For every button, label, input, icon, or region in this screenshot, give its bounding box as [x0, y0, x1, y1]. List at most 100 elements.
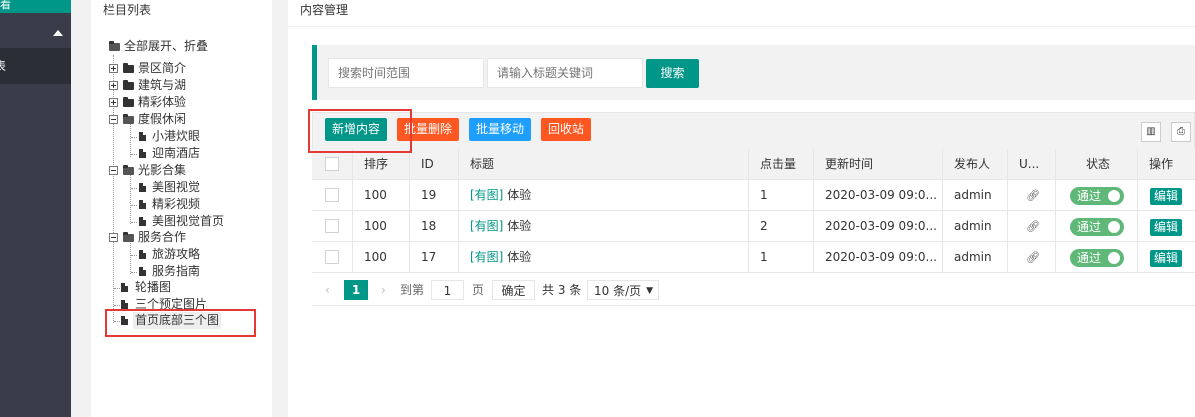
- print-icon[interactable]: ⎙: [1171, 122, 1191, 142]
- link-icon[interactable]: 🔗︎: [1026, 220, 1040, 233]
- select-all-checkbox[interactable]: [325, 157, 339, 171]
- id-cell: 19: [409, 180, 458, 211]
- per-page-value: 10 条/页: [594, 284, 642, 298]
- title-text[interactable]: 体验: [507, 219, 531, 233]
- status-cell: 通过: [1055, 180, 1137, 211]
- keyword-input[interactable]: 请输入标题关键词: [487, 58, 643, 88]
- title-text[interactable]: 体验: [507, 188, 531, 202]
- row-checkbox[interactable]: [325, 250, 339, 264]
- content-panel: 内容管理 搜索时间范围 请输入标题关键词 搜索 新增内容 批量删除 批量移动 回…: [288, 0, 1195, 417]
- column-header[interactable]: 标题: [458, 149, 748, 180]
- tree-node-label: 美图视觉首页: [152, 214, 225, 228]
- tree-guide-line: [130, 123, 131, 157]
- collapse-icon[interactable]: [109, 166, 118, 175]
- confirm-page-button[interactable]: 确定: [492, 280, 535, 300]
- row-checkbox-cell: [312, 180, 352, 211]
- link-icon[interactable]: 🔗︎: [1026, 251, 1040, 264]
- expand-icon[interactable]: [109, 64, 118, 73]
- image-tag: [有图]: [470, 250, 504, 264]
- edit-button[interactable]: 编辑: [1150, 188, 1183, 205]
- row-checkbox[interactable]: [325, 219, 339, 233]
- tree-node-label: 精彩视频: [152, 197, 201, 211]
- prev-page-icon[interactable]: ‹: [325, 280, 330, 300]
- file-icon: [139, 183, 146, 192]
- column-header[interactable]: 排序: [352, 149, 409, 180]
- table-toolbar: 新增内容 批量删除 批量移动 回收站 ▥ ⎙: [312, 112, 1195, 150]
- tree-connector: [114, 288, 120, 289]
- clicks-cell: 2: [748, 211, 813, 242]
- per-page-select[interactable]: 10 条/页 ▼: [587, 280, 659, 300]
- tree-node-label: 小港炊眼: [152, 129, 201, 143]
- expand-icon[interactable]: [109, 81, 118, 90]
- nav-group-toggle[interactable]: [0, 18, 71, 48]
- total-count: 共 3 条: [542, 283, 582, 297]
- column-header[interactable]: 更新时间: [813, 149, 942, 180]
- column-header[interactable]: 点击量: [748, 149, 813, 180]
- action-cell: 编辑: [1137, 211, 1195, 242]
- tree-connector: [131, 188, 137, 189]
- next-page-icon[interactable]: ›: [381, 280, 386, 300]
- time-range-input[interactable]: 搜索时间范围: [328, 58, 484, 88]
- category-tree-panel: 栏目列表 全部展开、折叠 景区简介 建筑与湖 精彩体验 度假休闲 小港炊眼 迎南…: [91, 0, 272, 417]
- file-icon: [121, 283, 128, 292]
- columns-filter-icon[interactable]: ▥: [1141, 122, 1161, 142]
- nav-active-item[interactable]: 看: [0, 0, 71, 13]
- batch-move-button[interactable]: 批量移动: [469, 118, 532, 141]
- recycle-bin-button[interactable]: 回收站: [541, 118, 592, 141]
- table-row: 100 18 [有图] 体验 2 2020-03-09 09:0... admi…: [312, 211, 1195, 242]
- column-header[interactable]: 发布人: [942, 149, 1007, 180]
- page-title: 内容管理: [300, 3, 349, 17]
- column-header[interactable]: U...: [1007, 149, 1055, 180]
- sort-cell: 100: [352, 180, 409, 211]
- status-switch[interactable]: 通过: [1070, 187, 1124, 205]
- nav-sub-label: 表: [0, 59, 7, 73]
- folder-icon: [123, 97, 134, 107]
- action-cell: 编辑: [1137, 180, 1195, 211]
- tree-node-label: 迎南酒店: [152, 146, 201, 160]
- folder-open-icon: [123, 114, 134, 124]
- tree-connector: [114, 305, 120, 306]
- tree-node-label: 旅游攻略: [152, 247, 201, 261]
- left-nav-sidebar: 看 表: [0, 0, 71, 417]
- column-header[interactable]: ID: [409, 149, 458, 180]
- status-switch[interactable]: 通过: [1070, 218, 1124, 236]
- current-page[interactable]: 1: [344, 280, 368, 300]
- collapse-icon[interactable]: [109, 233, 118, 242]
- tree-panel-title: 栏目列表: [103, 3, 152, 17]
- edit-button[interactable]: 编辑: [1150, 219, 1183, 236]
- title-cell: [有图] 体验: [458, 211, 748, 242]
- tree-node-label: 服务合作: [138, 230, 187, 244]
- column-header[interactable]: 状态: [1055, 149, 1137, 180]
- file-icon: [139, 267, 146, 276]
- search-button[interactable]: 搜索: [646, 59, 699, 88]
- tree-node-label: 度假休闲: [138, 112, 187, 126]
- tree-connector: [131, 137, 137, 138]
- expand-icon[interactable]: [109, 98, 118, 107]
- title-cell: [有图] 体验: [458, 242, 748, 273]
- tree-node-label: 光影合集: [138, 163, 187, 177]
- status-switch[interactable]: 通过: [1070, 249, 1124, 267]
- tree-guide-line: [130, 174, 131, 224]
- nav-sub-item[interactable]: 表: [0, 48, 71, 84]
- time-cell: 2020-03-09 09:0...: [813, 180, 942, 211]
- author-cell: admin: [942, 180, 1007, 211]
- row-checkbox[interactable]: [325, 188, 339, 202]
- tree-node-label: 精彩体验: [138, 95, 187, 109]
- tree-connector: [131, 154, 137, 155]
- file-icon: [139, 132, 146, 141]
- link-icon[interactable]: 🔗︎: [1026, 189, 1040, 202]
- status-cell: 通过: [1055, 242, 1137, 273]
- sort-cell: 100: [352, 211, 409, 242]
- page-number-input[interactable]: 1: [431, 280, 464, 300]
- tree-guide-line: [130, 241, 131, 274]
- clicks-cell: 1: [748, 180, 813, 211]
- sort-cell: 100: [352, 242, 409, 273]
- folder-open-icon: [109, 41, 120, 51]
- title-text[interactable]: 体验: [507, 250, 531, 264]
- edit-button[interactable]: 编辑: [1150, 250, 1183, 267]
- id-cell: 17: [409, 242, 458, 273]
- table-header-row: 排序 ID 标题 点击量 更新时间 发布人 U... 状态 操作: [312, 149, 1195, 180]
- collapse-icon[interactable]: [109, 115, 118, 124]
- tree-node-label: 轮播图: [135, 280, 172, 294]
- column-header[interactable]: 操作: [1137, 149, 1195, 180]
